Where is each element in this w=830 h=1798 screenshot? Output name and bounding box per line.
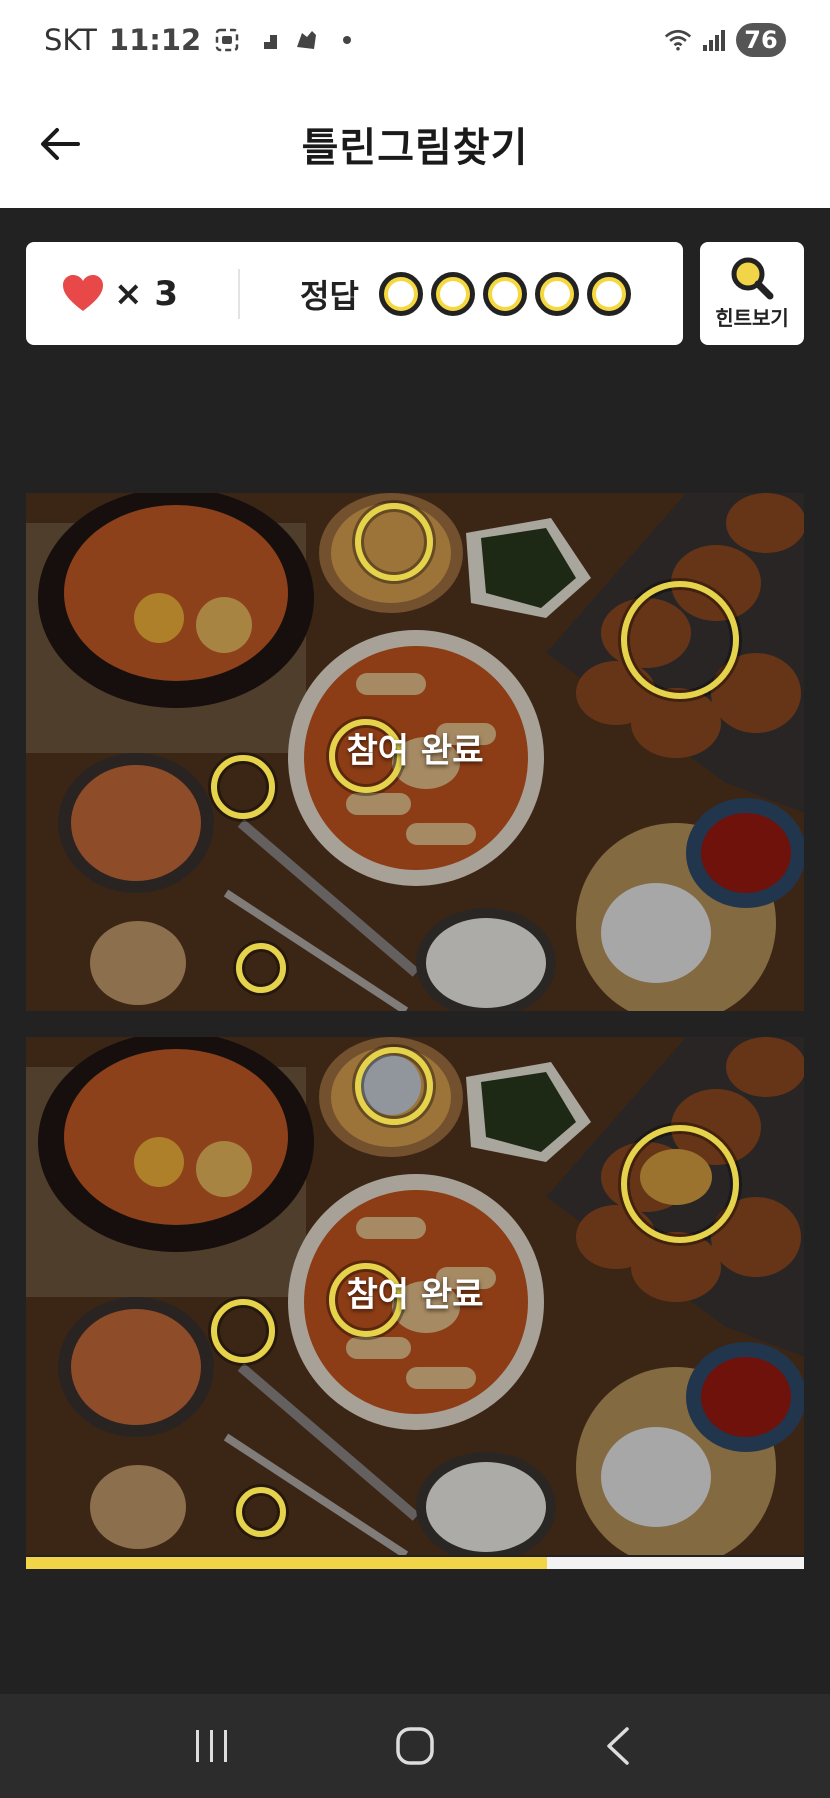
screenshot-icon <box>213 26 241 54</box>
lives-indicator: × 3 <box>26 274 238 314</box>
status-left: SKT 11:12 <box>44 23 361 57</box>
puzzle-image-top[interactable]: 참여 완료 <box>26 493 804 1011</box>
found-marker <box>621 1125 739 1243</box>
found-marker <box>355 503 433 581</box>
answer-slot <box>534 271 579 316</box>
found-marker <box>621 581 739 699</box>
found-marker <box>355 1047 433 1125</box>
divider <box>238 268 240 319</box>
system-back-button[interactable] <box>578 1706 658 1786</box>
chevron-left-icon <box>607 1727 630 1765</box>
stairs-icon <box>253 26 281 54</box>
status-right: 76 <box>664 23 786 57</box>
completion-label: 참여 완료 <box>346 731 484 771</box>
found-marker <box>236 943 286 993</box>
arrow-left-icon <box>41 128 80 160</box>
timer-progress-fill <box>26 1557 548 1569</box>
hint-label: 힌트보기 <box>715 306 789 330</box>
lives-count: × 3 <box>114 273 178 314</box>
puzzle-image-bottom[interactable]: 참여 완료 <box>26 1037 804 1555</box>
home-icon <box>396 1727 434 1765</box>
found-marker <box>236 1487 286 1537</box>
signal-icon <box>700 26 728 54</box>
timer-progress-bar <box>26 1557 804 1569</box>
completion-label: 참여 완료 <box>346 1275 484 1315</box>
system-nav-bar <box>0 1694 830 1798</box>
recent-apps-button[interactable] <box>172 1706 252 1786</box>
battery-indicator: 76 <box>736 23 786 57</box>
clock: 11:12 <box>108 23 202 57</box>
app-header: 틀린그림찾기 <box>0 80 830 208</box>
answer-slot <box>482 271 527 316</box>
dot-icon <box>333 26 361 54</box>
answer-slot <box>430 271 475 316</box>
game-status-card: × 3 정답 <box>26 242 683 345</box>
wifi-icon <box>664 26 692 54</box>
status-bar: SKT 11:12 76 <box>0 0 830 80</box>
page-title: 틀린그림찾기 <box>301 125 529 171</box>
recent-apps-icon <box>195 1730 227 1762</box>
hint-button[interactable]: 힌트보기 <box>700 242 804 345</box>
answer-slot <box>378 271 423 316</box>
heart-icon <box>63 274 103 311</box>
answer-slot <box>586 271 631 316</box>
carrier-label: SKT <box>44 23 97 57</box>
magnifier-icon <box>731 257 774 300</box>
home-button[interactable] <box>375 1706 455 1786</box>
answers-label: 정답 <box>300 276 359 315</box>
shoe-icon <box>293 26 321 54</box>
answers-indicator: 정답 <box>300 271 631 317</box>
back-button[interactable] <box>28 112 92 176</box>
